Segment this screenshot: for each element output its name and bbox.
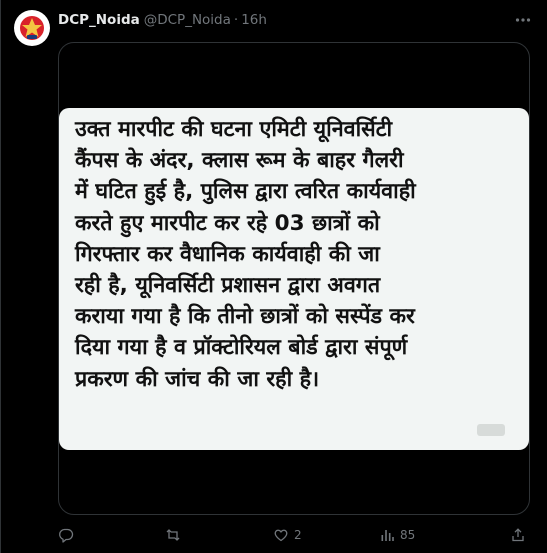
- media-text-line: करते हुए मारपीट कर रहे 03 छात्रों को: [75, 210, 380, 236]
- like-count: 2: [294, 528, 302, 542]
- reply-icon: [59, 528, 74, 543]
- repost-button[interactable]: [165, 524, 186, 546]
- views-button[interactable]: 85: [379, 524, 415, 546]
- media-text-line: में घटित हुई है, पुलिस द्वारा त्वरित कार…: [75, 179, 416, 205]
- frame-divider: [0, 0, 1, 553]
- like-button[interactable]: 2: [273, 524, 302, 546]
- views-bar-chart-icon: [381, 530, 394, 541]
- timestamp[interactable]: 16h: [241, 12, 267, 28]
- user-handle[interactable]: @DCP_Noida: [144, 12, 231, 28]
- police-emblem-icon: [16, 12, 48, 44]
- media-text-line: कैंपस के अंदर, क्लास रूम के बाहर गैलरी: [75, 148, 404, 174]
- watermark-icon: [477, 424, 505, 436]
- more-options-button[interactable]: [513, 10, 533, 30]
- tweet-header: DCP_Noida @DCP_Noida · 16h: [58, 10, 507, 30]
- media-text-line: कराया गया है कि तीनो छात्रों को सस्पेंड …: [75, 304, 415, 330]
- repost-icon: [166, 529, 180, 541]
- avatar[interactable]: [14, 10, 50, 46]
- media-text-line: रही है, यूनिवर्सिटी प्रशासन द्वारा अवगत: [75, 273, 381, 299]
- action-bar: 2 85: [58, 524, 530, 546]
- reply-button[interactable]: [58, 524, 79, 546]
- media-text-line: दिया गया है व प्रॉक्टोरियल बोर्ड द्वारा …: [75, 335, 408, 361]
- more-horizontal-icon: [515, 18, 531, 22]
- separator-dot: ·: [233, 12, 239, 28]
- heart-icon: [274, 529, 288, 542]
- tweet: DCP_Noida @DCP_Noida · 16h उक्त मारपीट क…: [0, 0, 547, 553]
- media-text-line: प्रकरण की जांच की जा रही है।: [75, 366, 320, 392]
- share-icon: [512, 528, 524, 542]
- view-count: 85: [400, 528, 416, 542]
- tweet-media[interactable]: उक्त मारपीट की घटना एमिटी यूनिवर्सिटी कै…: [58, 42, 530, 515]
- share-button[interactable]: [510, 524, 526, 546]
- media-text-line: गिरफ्तार कर वैधानिक कार्यवाही की जा: [75, 241, 380, 267]
- display-name[interactable]: DCP_Noida: [58, 12, 140, 28]
- media-text-line: उक्त मारपीट की घटना एमिटी यूनिवर्सिटी: [75, 117, 393, 142]
- media-text: उक्त मारपीट की घटना एमिटी यूनिवर्सिटी कै…: [75, 114, 517, 395]
- media-image-card: उक्त मारपीट की घटना एमिटी यूनिवर्सिटी कै…: [59, 108, 529, 450]
